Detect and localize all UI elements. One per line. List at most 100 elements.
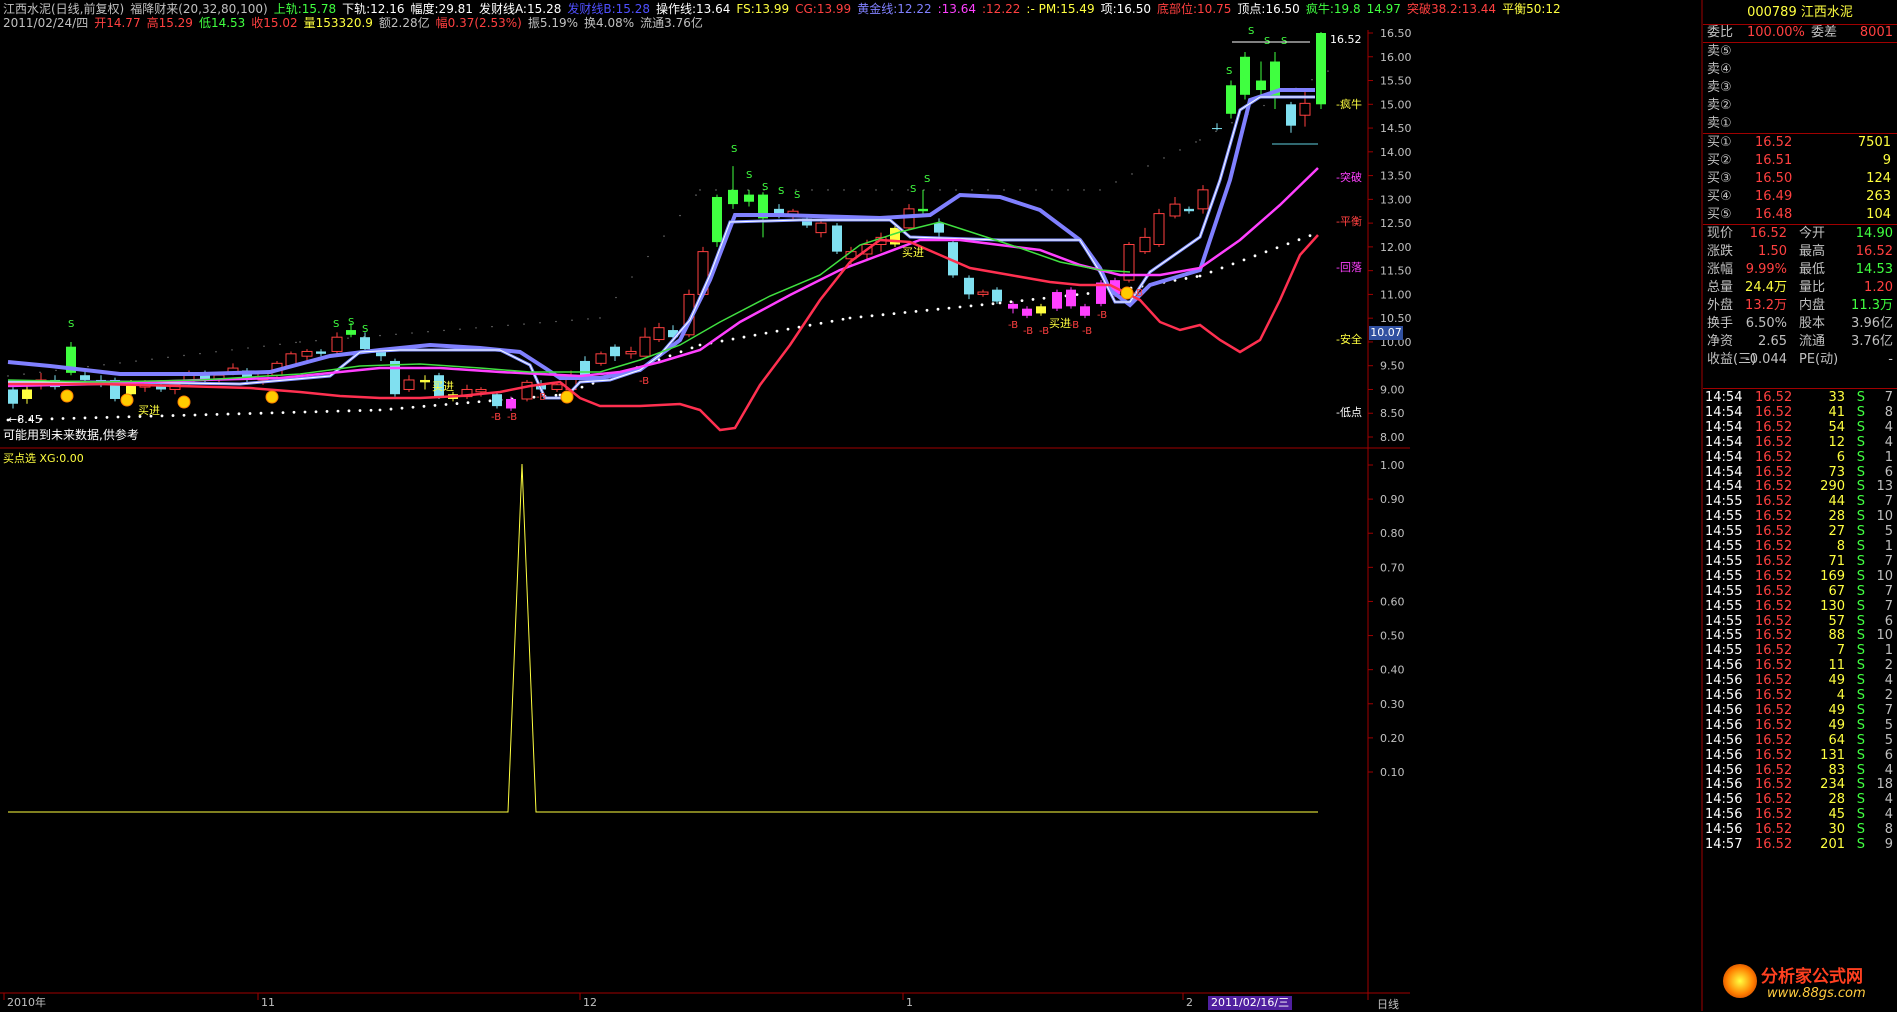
candle[interactable] — [639, 327, 651, 357]
tick-trade-row: 14:55 16.52 44 S 7 — [1703, 494, 1897, 509]
candle[interactable] — [1270, 52, 1280, 110]
candle[interactable] — [1066, 287, 1076, 309]
period-tab-daily[interactable]: 日线 — [1377, 996, 1399, 1012]
buy-signal-label: -B — [1097, 310, 1107, 321]
candle[interactable] — [625, 346, 637, 359]
candle[interactable] — [1036, 303, 1046, 316]
candle[interactable] — [1139, 227, 1151, 255]
candle[interactable] — [832, 223, 842, 255]
stat-value: 16.52 — [1855, 244, 1893, 259]
candle[interactable] — [964, 275, 974, 300]
tick-side: S — [1856, 494, 1865, 510]
stat-label: 今开 — [1799, 226, 1826, 241]
candle[interactable] — [1316, 32, 1326, 110]
tick-side: S — [1856, 509, 1865, 525]
candlestick-chart[interactable]: SSSSSSSSSSSSSSSS-B-B-B-B-B-B-B-B-B-B-B买进… — [0, 0, 1703, 1011]
tick-time: 14:56 — [1705, 747, 1743, 763]
candle[interactable] — [712, 194, 722, 247]
candle[interactable] — [934, 218, 944, 238]
sell-level-row: 卖④ — [1703, 61, 1897, 79]
tick-time: 14:54 — [1705, 390, 1743, 405]
tick-time: 14:55 — [1705, 598, 1743, 614]
candle[interactable] — [1008, 301, 1018, 314]
candle[interactable] — [1080, 303, 1090, 319]
tick-trade-row: 14:56 16.52 234 S 18 — [1703, 777, 1897, 792]
buy-signal-label: -B — [491, 412, 501, 423]
gold-coin-icon — [560, 390, 574, 404]
stat-label: 股本 — [1799, 316, 1826, 331]
candle[interactable] — [420, 375, 430, 390]
buy-level-price: 16.51 — [1755, 153, 1793, 168]
buy-level-row: 买⑤ 16.48 104 — [1703, 206, 1897, 224]
tick-price: 16.52 — [1755, 732, 1793, 748]
candle[interactable] — [403, 375, 415, 392]
tick-volume: 49 — [1828, 717, 1845, 733]
buy-level-price: 16.48 — [1755, 207, 1793, 222]
tick-volume: 201 — [1820, 837, 1845, 852]
quote-stat-row: 涨幅 9.99% 最低 14.53 — [1703, 261, 1897, 279]
watermark-sun-icon — [1723, 964, 1757, 998]
gold-coin-icon — [120, 393, 134, 407]
candle[interactable] — [1197, 185, 1209, 214]
candle[interactable] — [331, 332, 343, 354]
buy-in-label: 买进 — [1049, 317, 1071, 330]
candle[interactable] — [744, 189, 754, 207]
buy-signal-label: -B — [507, 412, 517, 423]
stat-value: 6.50% — [1745, 316, 1787, 331]
tick-price: 16.52 — [1755, 822, 1793, 838]
buy-level-volume: 263 — [1866, 189, 1891, 204]
tick-side: S — [1856, 837, 1865, 852]
candle[interactable] — [1169, 196, 1181, 219]
candle[interactable] — [360, 332, 370, 352]
low-price-marker: ←8.45 — [8, 413, 42, 426]
candle[interactable] — [992, 287, 1002, 304]
gold-coin-icon — [177, 395, 191, 409]
candle[interactable] — [521, 379, 533, 402]
tick-side: S — [1856, 434, 1865, 450]
stat-value: 3.96亿 — [1851, 316, 1893, 331]
tick-trade-row: 14:56 16.52 49 S 4 — [1703, 673, 1897, 688]
tick-count: 2 — [1884, 658, 1893, 674]
candle[interactable] — [1052, 289, 1062, 312]
tick-time: 14:55 — [1705, 553, 1743, 569]
candle[interactable] — [1226, 80, 1236, 119]
sub-y-axis-label: 0.90 — [1380, 493, 1405, 506]
candle[interactable] — [610, 344, 620, 361]
tick-side: S — [1856, 688, 1865, 703]
tick-volume: 27 — [1828, 524, 1845, 540]
candle[interactable] — [653, 322, 665, 342]
candle[interactable] — [8, 387, 18, 409]
candle[interactable] — [595, 351, 607, 366]
tick-count: 1 — [1884, 449, 1893, 465]
y-axis-label: 15.50 — [1380, 75, 1412, 88]
candle[interactable] — [977, 289, 989, 297]
candle[interactable] — [815, 220, 827, 238]
y-axis-label: 14.50 — [1380, 122, 1412, 135]
candle[interactable] — [1022, 306, 1032, 319]
buy-level-label: 买② — [1707, 153, 1732, 168]
candle[interactable] — [22, 384, 32, 404]
candle[interactable] — [506, 396, 516, 411]
y-axis-label: 16.50 — [1380, 27, 1412, 40]
candle[interactable] — [1212, 123, 1222, 131]
candle[interactable] — [1123, 242, 1135, 283]
candle[interactable] — [728, 166, 738, 209]
sell-level-row: 卖① — [1703, 115, 1897, 133]
candle[interactable] — [918, 189, 928, 214]
candle[interactable] — [316, 349, 326, 357]
stat-value: 1.50 — [1758, 244, 1787, 259]
sub-y-axis-label: 1.00 — [1380, 459, 1405, 472]
tick-trade-row: 14:56 16.52 45 S 4 — [1703, 807, 1897, 822]
candle[interactable] — [1286, 101, 1296, 133]
stat-label: 量比 — [1799, 280, 1826, 295]
x-axis-label: 11 — [261, 996, 275, 1009]
tick-volume: 30 — [1828, 822, 1845, 838]
tick-price: 16.52 — [1755, 673, 1793, 689]
sell-level-label: 卖④ — [1707, 62, 1732, 77]
candle[interactable] — [1153, 208, 1165, 247]
buy-in-label: 买进 — [432, 380, 454, 393]
tick-count: 7 — [1884, 583, 1893, 599]
candle[interactable] — [1256, 61, 1266, 95]
candle[interactable] — [492, 391, 502, 409]
candle[interactable] — [1184, 206, 1194, 214]
